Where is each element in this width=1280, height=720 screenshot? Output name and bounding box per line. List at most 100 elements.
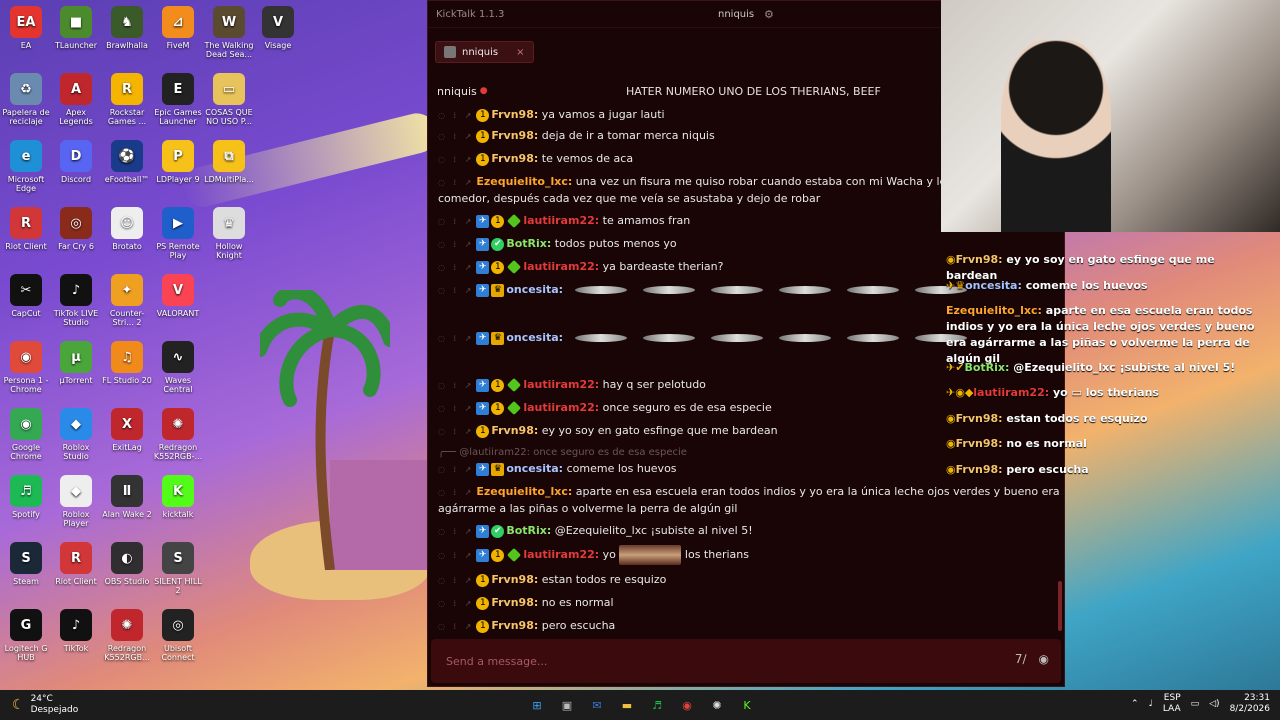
language-indicator[interactable]: ESP LAA [1163, 693, 1181, 715]
chat-message[interactable]: ◌ ⁞ ↗ ✈ 1 lautiiram22: yo los therians [428, 545, 1064, 565]
message-controls-icon[interactable]: ◌ ⁞ ↗ [438, 217, 474, 226]
desktop-icon-ldmultipla[interactable]: ⧉ LDMultiPla... [203, 140, 255, 184]
taskbar-kicktalk-icon[interactable]: K [737, 695, 757, 715]
message-controls-icon[interactable]: ◌ ⁞ ↗ [438, 111, 474, 120]
desktop-icon-epic-games-launcher[interactable]: E Epic Games Launcher [152, 73, 204, 126]
desktop-icon-kicktalk[interactable]: Kkicktalk [152, 475, 204, 519]
desktop-icon-tiktok[interactable]: ♪ TikTok [50, 609, 102, 653]
message-controls-icon[interactable]: ◌ ⁞ ↗ [438, 427, 474, 436]
embedded-image[interactable] [619, 545, 682, 565]
message-controls-icon[interactable]: ◌ ⁞ ↗ [438, 381, 474, 390]
emote-image[interactable] [778, 286, 831, 294]
emote-image[interactable] [574, 286, 627, 294]
emote-image[interactable] [846, 334, 899, 342]
chat-username[interactable]: lautiiram22: [523, 378, 599, 391]
translate-icon[interactable]: 7∕ [1015, 652, 1027, 666]
desktop-icon-the-walking-dead-sea[interactable]: W The Walking Dead Sea... [203, 6, 255, 59]
chat-username[interactable]: oncesita: [506, 283, 563, 296]
chevron-up-icon[interactable]: ⌃ [1131, 699, 1139, 709]
desktop-icon-microsoft-edge[interactable]: e Microsoft Edge [0, 140, 52, 193]
taskbar-task-view-icon[interactable]: ▣ [557, 695, 577, 715]
desktop-icon-spotify[interactable]: ♬ Spotify [0, 475, 52, 519]
chat-username[interactable]: Frvn98: [491, 129, 538, 142]
microphone-icon[interactable]: ♩ [1149, 699, 1153, 709]
desktop-icon-papelera-de-reciclaje[interactable]: ♻ Papelera de reciclaje [0, 73, 52, 126]
message-controls-icon[interactable]: ◌ ⁞ ↗ [438, 488, 474, 497]
taskbar-explorer-icon[interactable]: ▬ [617, 695, 637, 715]
message-controls-icon[interactable]: ◌ ⁞ ↗ [438, 404, 474, 413]
emote-image[interactable] [710, 334, 763, 342]
emote-image[interactable] [642, 334, 695, 342]
message-controls-icon[interactable]: ◌ ⁞ ↗ [438, 599, 474, 608]
desktop-icon-exitlag[interactable]: X ExitLag [101, 408, 153, 452]
chat-username[interactable]: Ezequielito_lxc: [476, 485, 572, 498]
desktop-icon-waves-central[interactable]: ∿ Waves Central [152, 341, 204, 394]
emote-image[interactable] [846, 286, 899, 294]
chat-username[interactable]: Frvn98: [491, 619, 538, 632]
desktop-icon-counter-stri-2[interactable]: ✦ Counter-Stri... 2 [101, 274, 153, 327]
desktop-icon-riot-client[interactable]: R Riot Client [0, 207, 52, 251]
desktop-icon-capcut[interactable]: ✂ CapCut [0, 274, 52, 318]
desktop-icon-riot-client[interactable]: R Riot Client [50, 542, 102, 586]
chat-scrollbar[interactable] [1058, 581, 1062, 631]
emote-image[interactable] [710, 286, 763, 294]
desktop-icon-fl-studio-20[interactable]: ♫ FL Studio 20 [101, 341, 153, 385]
message-controls-icon[interactable]: ◌ ⁞ ↗ [438, 576, 474, 585]
desktop-icon-apex-legends[interactable]: A Apex Legends [50, 73, 102, 126]
chat-message[interactable]: ◌ ⁞ ↗ 1 Frvn98: estan todos re esquizo [428, 572, 1064, 589]
emote-image[interactable] [574, 334, 627, 342]
desktop-icon-ldplayer-9[interactable]: P LDPlayer 9 [152, 140, 204, 184]
message-controls-icon[interactable]: ◌ ⁞ ↗ [438, 155, 474, 164]
chat-username[interactable]: lautiiram22: [523, 214, 599, 227]
message-controls-icon[interactable]: ◌ ⁞ ↗ [438, 286, 474, 295]
volume-icon[interactable]: ◁) [1209, 699, 1219, 709]
weather-widget[interactable]: ☾ 24°C Despejado [0, 694, 78, 716]
desktop-icon-far-cry-6[interactable]: ◎ Far Cry 6 [50, 207, 102, 251]
desktop-icon-tlauncher[interactable]: ■ TLauncher [50, 6, 102, 50]
message-controls-icon[interactable]: ◌ ⁞ ↗ [438, 263, 474, 272]
desktop-icon--torrent[interactable]: µ µTorrent [50, 341, 102, 385]
current-user[interactable]: nniquis [718, 9, 754, 20]
desktop-icon-discord[interactable]: D Discord [50, 140, 102, 184]
desktop-icon-roblox-player[interactable]: ◆ Roblox Player [50, 475, 102, 528]
chat-username[interactable]: oncesita: [506, 462, 563, 475]
desktop-icon-brawlhalla[interactable]: ♞ Brawlhalla [101, 6, 153, 50]
desktop-icon-google-chrome[interactable]: ◉ Google Chrome [0, 408, 52, 461]
desktop-icon-visage[interactable]: V Visage [252, 6, 304, 50]
desktop-icon-redragon-k552rgb[interactable]: ✺ Redragon K552RGB... [101, 609, 153, 662]
message-controls-icon[interactable]: ◌ ⁞ ↗ [438, 178, 474, 187]
channel-name[interactable]: nniquis [437, 85, 477, 98]
chat-username[interactable]: BotRix: [506, 237, 551, 250]
chat-username[interactable]: Frvn98: [491, 152, 538, 165]
clock[interactable]: 23:31 8/2/2026 [1230, 693, 1270, 715]
desktop-icon-efootball[interactable]: ⚽ eFootball™ [101, 140, 153, 184]
desktop-icon-valorant[interactable]: V VALORANT [152, 274, 204, 318]
message-input[interactable] [444, 653, 968, 669]
message-controls-icon[interactable]: ◌ ⁞ ↗ [438, 527, 474, 536]
desktop-icon-hollow-knight[interactable]: ♛ Hollow Knight [203, 207, 255, 260]
chat-username[interactable]: Frvn98: [491, 573, 538, 586]
desktop-icon-redragon-k552rgb[interactable]: ✺ Redragon K552RGB-... [152, 408, 204, 461]
desktop-icon-logitech-g-hub[interactable]: G Logitech G HUB [0, 609, 52, 662]
desktop-icon-persona-1-chrome[interactable]: ◉ Persona 1 - Chrome [0, 341, 52, 394]
message-controls-icon[interactable]: ◌ ⁞ ↗ [438, 132, 474, 141]
message-controls-icon[interactable]: ◌ ⁞ ↗ [438, 465, 474, 474]
desktop-icon-tiktok-live-studio[interactable]: ♪ TikTok LIVE Studio [50, 274, 102, 327]
desktop-icon-silent-hill-2[interactable]: S SILENT HILL 2 [152, 542, 204, 595]
chat-username[interactable]: oncesita: [506, 331, 563, 344]
tab-nniquis[interactable]: nniquis × [435, 41, 534, 63]
gear-icon[interactable]: ⚙ [764, 8, 774, 21]
desktop-icon-steam[interactable]: S Steam [0, 542, 52, 586]
desktop-icon-fivem[interactable]: ⊿ FiveM [152, 6, 204, 50]
emote-image[interactable] [642, 286, 695, 294]
chat-username[interactable]: Ezequielito_lxc: [476, 175, 572, 188]
desktop-icon-cosas-que-no-uso-p[interactable]: ▭ COSAS QUE NO USO P... [203, 73, 255, 126]
taskbar-spotify-icon[interactable]: ♬ [647, 695, 667, 715]
chat-username[interactable]: lautiiram22: [523, 548, 599, 561]
chat-message[interactable]: ◌ ⁞ ↗ ✈ ✔ BotRix: @Ezequielito_lxc ¡subiste… [428, 523, 1064, 540]
chat-username[interactable]: Frvn98: [491, 109, 538, 121]
network-icon[interactable]: ▭ [1191, 699, 1200, 709]
desktop-icon-brotato[interactable]: ☺ Brotato [101, 207, 153, 251]
chat-message[interactable]: ◌ ⁞ ↗ 1 Frvn98: no es normal [428, 595, 1064, 612]
emote-image[interactable] [778, 334, 831, 342]
